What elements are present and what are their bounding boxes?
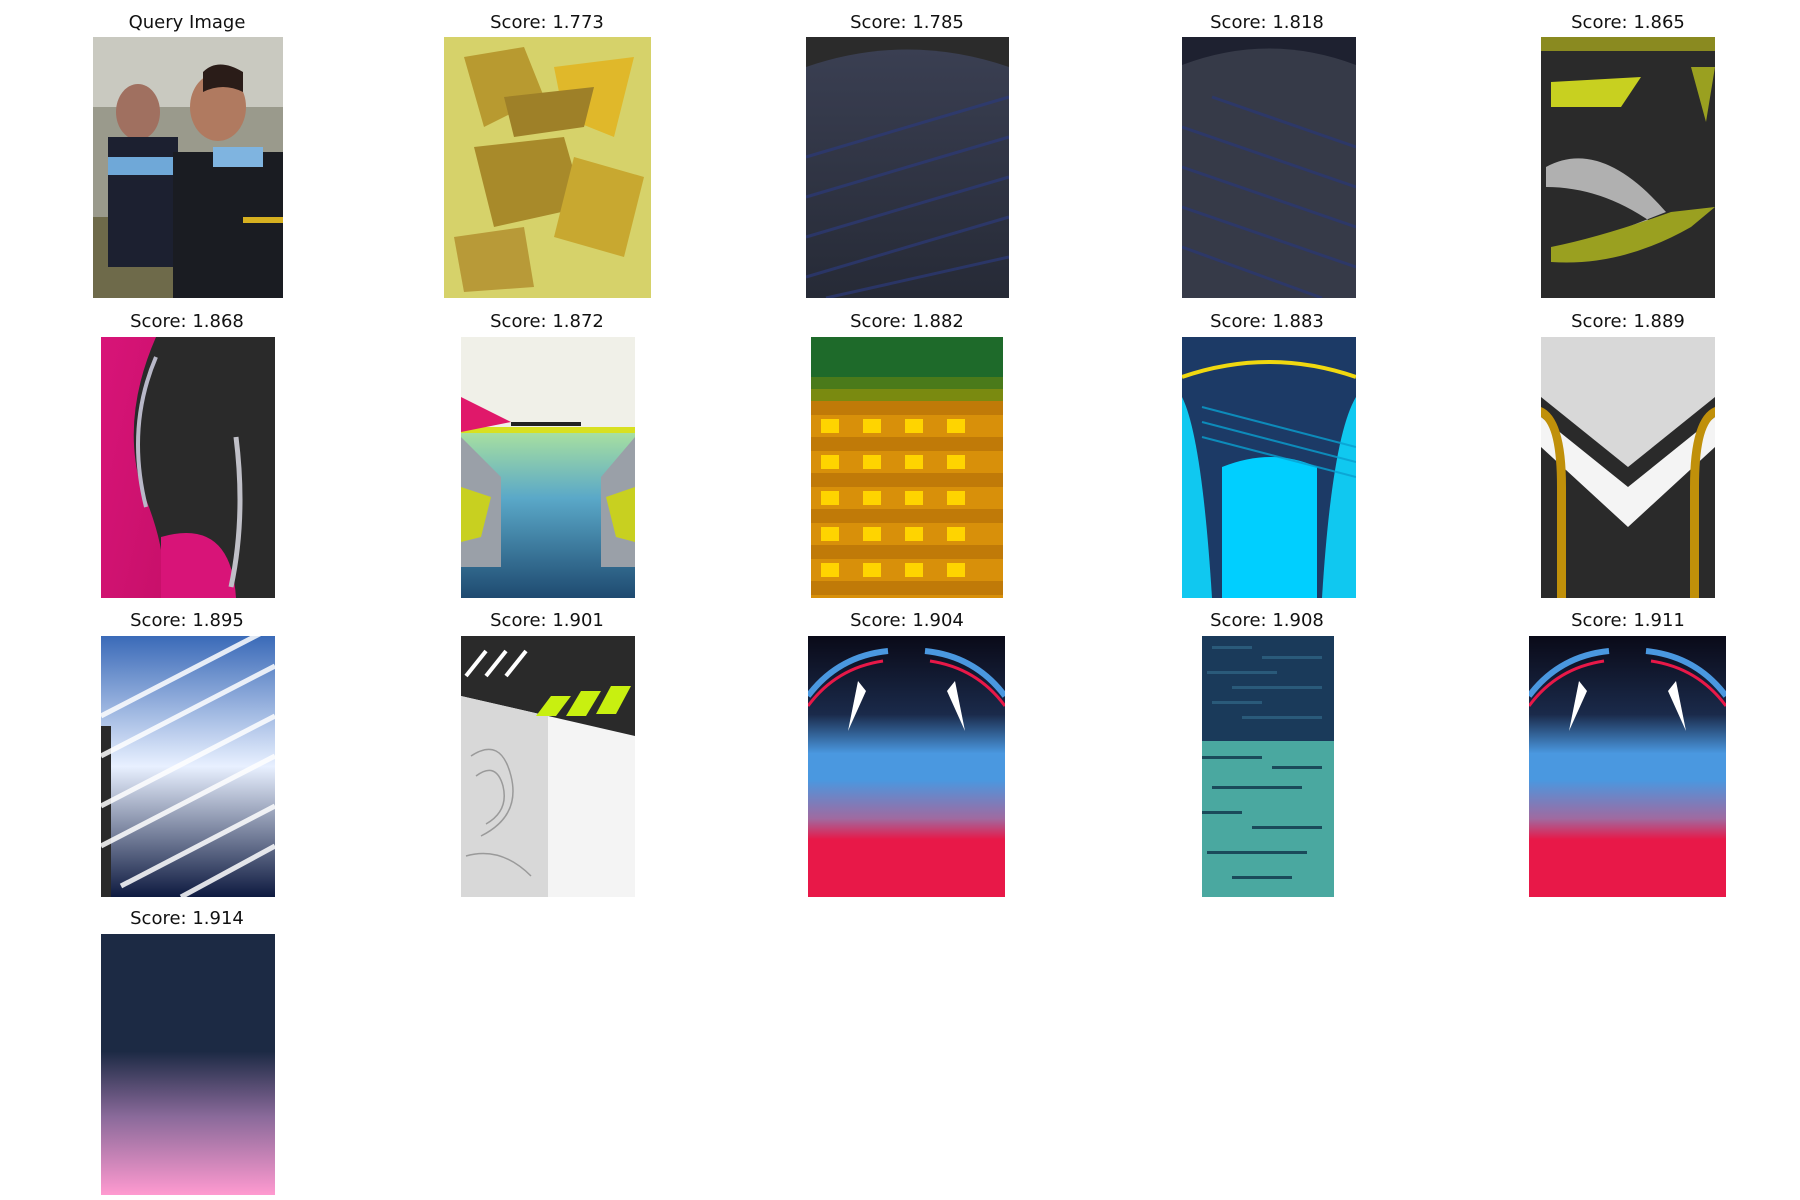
- result-title: Score: 1.911: [1571, 610, 1685, 631]
- result-image: [461, 337, 635, 598]
- result-title: Score: 1.865: [1571, 12, 1685, 33]
- result-image: [1529, 636, 1726, 897]
- query-image: [93, 37, 283, 298]
- result-image: [808, 636, 1005, 897]
- result-image: [806, 37, 1009, 298]
- result-title: Score: 1.785: [850, 12, 964, 33]
- result-title: Score: 1.908: [1210, 610, 1324, 631]
- result-title: Score: 1.895: [130, 610, 244, 631]
- result-title: Score: 1.889: [1571, 311, 1685, 332]
- result-image: [101, 934, 275, 1195]
- result-image: [101, 636, 275, 897]
- result-title: Score: 1.904: [850, 610, 964, 631]
- result-image: [444, 37, 651, 298]
- result-image: [1202, 636, 1334, 897]
- result-image: [1182, 37, 1356, 298]
- result-image: [101, 337, 275, 598]
- result-image: [811, 337, 1003, 598]
- query-image-title: Query Image: [128, 12, 246, 33]
- result-title: Score: 1.818: [1210, 12, 1324, 33]
- result-title: Score: 1.872: [490, 311, 604, 332]
- result-title: Score: 1.914: [130, 908, 244, 929]
- result-image: [1182, 337, 1356, 598]
- result-image: [1541, 37, 1715, 298]
- result-title: Score: 1.773: [490, 12, 604, 33]
- result-title: Score: 1.901: [490, 610, 604, 631]
- result-image: [461, 636, 635, 897]
- result-title: Score: 1.883: [1210, 311, 1324, 332]
- result-title: Score: 1.882: [850, 311, 964, 332]
- result-title: Score: 1.868: [130, 311, 244, 332]
- result-image: [1541, 337, 1715, 598]
